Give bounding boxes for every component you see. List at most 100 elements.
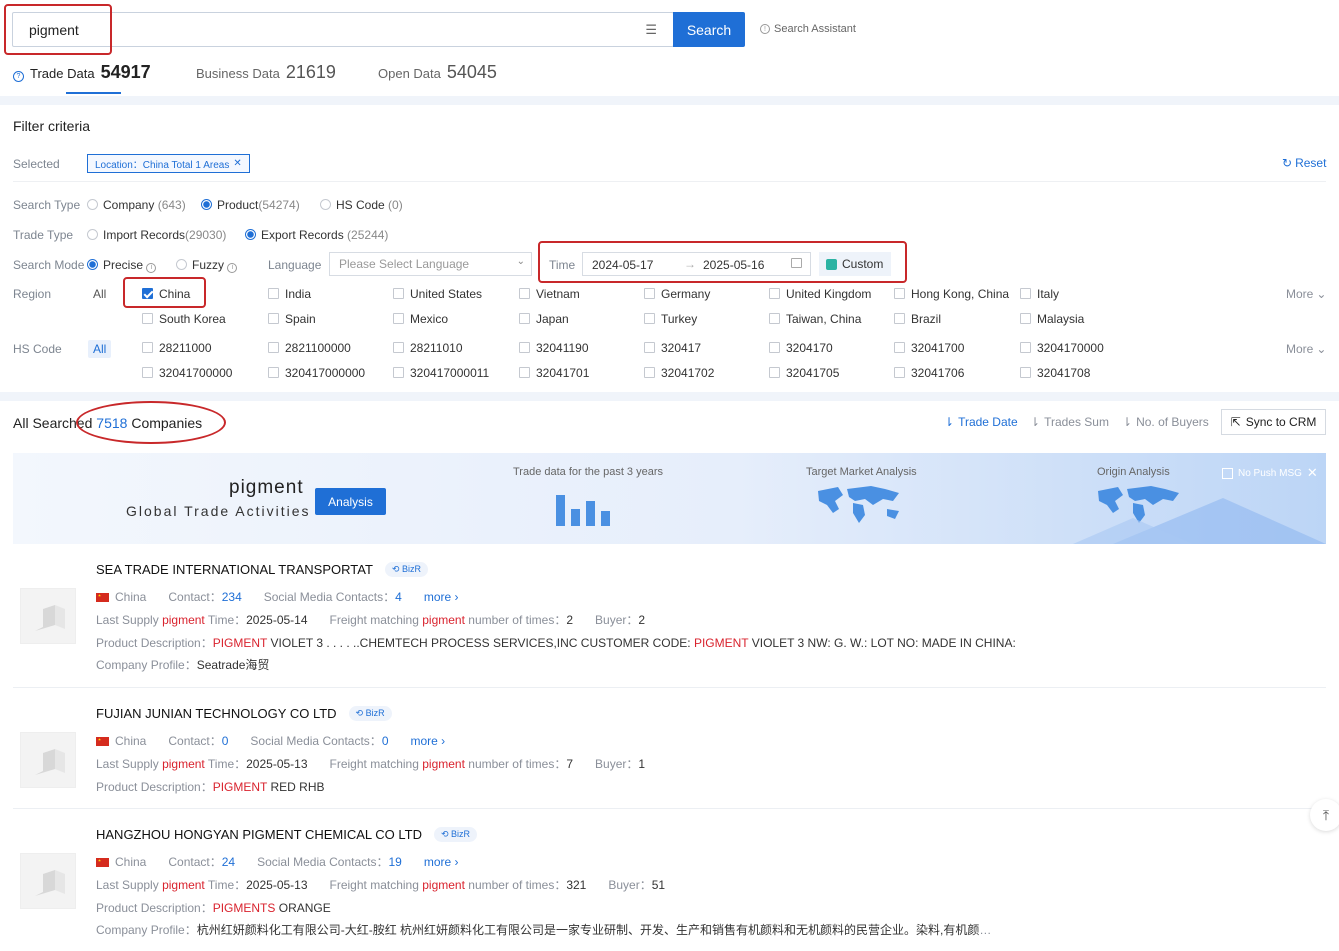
search-mode-precise[interactable]: Precise i: [87, 258, 157, 273]
hs-code-option[interactable]: 32041705: [769, 366, 839, 380]
end-date[interactable]: 2025-05-16: [703, 258, 764, 272]
region-option[interactable]: Brazil: [894, 312, 941, 326]
description-text: RED RHB: [270, 780, 325, 794]
search-assistant-link[interactable]: ! Search Assistant: [760, 23, 856, 35]
hs-code-option[interactable]: 32041700: [894, 341, 964, 355]
region-option[interactable]: South Korea: [142, 312, 226, 326]
chevron-down-icon: ⌄: [1316, 287, 1327, 301]
region-option[interactable]: Vietnam: [519, 287, 580, 301]
hs-code-option[interactable]: 28211000: [142, 341, 212, 355]
contact-count[interactable]: 234: [222, 590, 242, 604]
contact-count[interactable]: 0: [222, 734, 229, 748]
bizr-badge[interactable]: ⟲ BizR: [434, 827, 478, 842]
sort-trades-sum[interactable]: ⇂ Trades Sum: [1030, 415, 1109, 429]
bizr-badge[interactable]: ⟲ BizR: [348, 706, 392, 721]
region-all[interactable]: All: [88, 285, 111, 303]
hs-code-option[interactable]: 3204170: [769, 341, 833, 355]
region-option[interactable]: Germany: [644, 287, 710, 301]
custom-time-button[interactable]: Custom: [819, 252, 891, 276]
list-icon[interactable]: ☰: [645, 22, 657, 38]
search-mode-fuzzy[interactable]: Fuzzy i: [176, 258, 238, 273]
region-option[interactable]: Japan: [519, 312, 569, 326]
hs-code-option[interactable]: 28211010: [393, 341, 463, 355]
region-option[interactable]: Taiwan, China: [769, 312, 861, 326]
sync-crm-button[interactable]: ⇱ Sync to CRM: [1221, 409, 1326, 435]
trade-type-export[interactable]: Export Records (25244): [245, 228, 388, 242]
social-count[interactable]: 19: [388, 855, 401, 869]
region-option[interactable]: Hong Kong, China: [894, 287, 1009, 301]
more-link[interactable]: more ›: [424, 855, 459, 869]
hs-code-option[interactable]: 320417000011: [393, 366, 489, 380]
hs-code-option[interactable]: 32041701: [519, 366, 589, 380]
china-flag-icon: [96, 858, 109, 867]
search-type-hscode[interactable]: HS Code (0): [320, 198, 403, 212]
tab-business-data[interactable]: Business Data 21619: [196, 62, 336, 83]
tab-trade-data[interactable]: ? Trade Data 54917: [13, 62, 151, 83]
hs-code-option-label: 32041701: [536, 366, 590, 380]
section-divider: [0, 96, 1339, 105]
selected-location-tag[interactable]: Location：China Total 1 Areas ✕: [87, 154, 250, 173]
freight-count: 321: [566, 878, 587, 892]
company-trade-row: Last Supply pigment Time：2025-05-13 Freig…: [96, 876, 665, 893]
radio-icon: [320, 199, 331, 210]
hs-code-more[interactable]: More ⌄: [1286, 342, 1326, 356]
language-select[interactable]: Please Select Language ⌄: [329, 252, 532, 276]
region-more[interactable]: More ⌄: [1286, 287, 1326, 301]
company-name[interactable]: FUJIAN JUNIAN TECHNOLOGY CO LTD: [96, 706, 337, 721]
help-icon[interactable]: ?: [13, 71, 24, 82]
hs-code-option[interactable]: 2821100000: [268, 341, 351, 355]
reset-button[interactable]: ↻ Reset: [1282, 156, 1326, 170]
hs-code-option[interactable]: 32041190: [519, 341, 589, 355]
more-link[interactable]: more ›: [411, 734, 446, 748]
hs-code-option-label: 32041190: [536, 341, 589, 355]
search-type-product[interactable]: Product(54274): [201, 198, 300, 212]
sort-trade-date[interactable]: ⇂ Trade Date: [944, 415, 1018, 429]
checkbox-icon: [769, 288, 780, 299]
search-type-company[interactable]: Company (643): [87, 198, 186, 212]
analysis-button[interactable]: Analysis: [315, 488, 386, 515]
custom-icon: [826, 258, 837, 270]
contact-count[interactable]: 24: [222, 855, 235, 869]
tab-open-data[interactable]: Open Data 54045: [378, 62, 497, 83]
region-option[interactable]: Malaysia: [1020, 312, 1084, 326]
region-option[interactable]: United States: [393, 287, 482, 301]
hs-code-option[interactable]: 3204170000: [1020, 341, 1104, 355]
region-option[interactable]: United Kingdom: [769, 287, 871, 301]
sort-buyers[interactable]: ⇂ No. of Buyers: [1122, 415, 1209, 429]
social-count[interactable]: 4: [395, 590, 402, 604]
bizr-badge[interactable]: ⟲ BizR: [384, 562, 428, 577]
close-icon[interactable]: ✕: [233, 158, 241, 169]
hs-code-option[interactable]: 320417000000: [268, 366, 365, 380]
hs-code-option[interactable]: 32041702: [644, 366, 714, 380]
hs-code-option-label: 28211010: [410, 341, 463, 355]
hs-code-option[interactable]: 32041708: [1020, 366, 1090, 380]
hs-code-option[interactable]: 32041700000: [142, 366, 232, 380]
region-option[interactable]: Turkey: [644, 312, 697, 326]
hs-code-option[interactable]: 32041706: [894, 366, 964, 380]
checkbox-icon: [142, 288, 153, 299]
search-input[interactable]: pigment ☰: [12, 12, 674, 47]
search-input-value[interactable]: pigment: [29, 22, 79, 38]
search-button[interactable]: Search: [673, 12, 745, 47]
trade-type-import[interactable]: Import Records(29030): [87, 228, 226, 242]
hs-code-option[interactable]: 320417: [644, 341, 701, 355]
hs-code-all[interactable]: All: [88, 340, 112, 358]
close-icon[interactable]: ✕: [1307, 465, 1318, 481]
region-option[interactable]: Spain: [268, 312, 316, 326]
back-to-top-icon[interactable]: ⤒: [1310, 799, 1339, 831]
checkbox-icon[interactable]: [1222, 467, 1233, 479]
social-count[interactable]: 0: [382, 734, 389, 748]
description-text: ORANGE: [278, 901, 331, 915]
company-name[interactable]: SEA TRADE INTERNATIONAL TRANSPORTAT: [96, 562, 373, 577]
region-option[interactable]: India: [268, 287, 311, 301]
date-range-picker[interactable]: 2024-05-17 → 2025-05-16: [582, 252, 811, 276]
region-option[interactable]: China: [142, 287, 190, 301]
start-date[interactable]: 2024-05-17: [592, 258, 653, 272]
no-push-toggle[interactable]: No Push MSG ✕: [1222, 465, 1318, 481]
hs-code-label: HS Code: [13, 342, 62, 356]
region-option[interactable]: Mexico: [393, 312, 448, 326]
region-option[interactable]: Italy: [1020, 287, 1059, 301]
company-name[interactable]: HANGZHOU HONGYAN PIGMENT CHEMICAL CO LTD: [96, 827, 422, 842]
sort-label: Trades Sum: [1044, 415, 1109, 429]
more-link[interactable]: more ›: [424, 590, 459, 604]
